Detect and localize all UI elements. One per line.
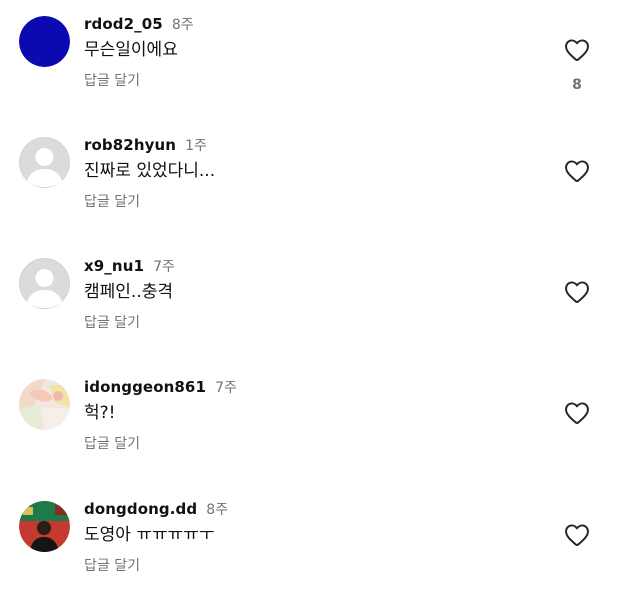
reply-button[interactable]: 답글 달기	[84, 193, 140, 211]
comment-text: 무슨일이에요	[84, 40, 178, 60]
comment-username[interactable]: x9_nu1	[84, 257, 144, 275]
reply-button[interactable]: 답글 달기	[84, 72, 140, 90]
avatar[interactable]	[19, 379, 70, 430]
comment-meta: x9_nu1 7주	[84, 256, 175, 276]
heart-outline-icon	[565, 524, 589, 547]
comment-time: 8주	[206, 502, 229, 518]
like-count: 8	[572, 77, 582, 93]
reply-button[interactable]: 답글 달기	[84, 314, 140, 332]
solid-blue-avatar	[19, 16, 70, 67]
comment-text: 진짜로 있었다니...	[84, 161, 216, 181]
heart-outline-icon	[565, 281, 589, 304]
comment-time: 8주	[171, 17, 194, 33]
reply-button[interactable]: 답글 달기	[84, 435, 140, 453]
like-button[interactable]	[563, 278, 591, 306]
comment-time: 7주	[215, 380, 237, 396]
avatar[interactable]	[19, 16, 70, 67]
comment-time: 1주	[185, 138, 207, 154]
comment-item: idonggeon861 7주 헉?! 답글 달기	[0, 363, 622, 463]
comment-item: rdod2_05 8주 무슨일이에요 답글 달기 8	[0, 0, 622, 100]
comment-time: 7주	[153, 259, 175, 275]
like-button[interactable]	[563, 36, 591, 64]
avatar[interactable]	[19, 258, 70, 309]
heart-outline-icon	[565, 160, 589, 183]
comment-text: 도영아 ㅠㅠㅠㅠㅜ	[84, 525, 215, 545]
comment-meta: dongdong.dd 8주	[84, 499, 228, 519]
comment-meta: rob82hyun 1주	[84, 135, 207, 155]
avatar[interactable]	[19, 501, 70, 552]
default-avatar-icon	[19, 137, 70, 188]
comment-item: rob82hyun 1주 진짜로 있었다니... 답글 달기	[0, 121, 622, 221]
avatar[interactable]	[19, 137, 70, 188]
heart-outline-icon	[565, 402, 589, 425]
comment-username[interactable]: rdod2_05	[84, 15, 163, 33]
heart-outline-icon	[565, 39, 589, 62]
like-button[interactable]	[563, 157, 591, 185]
comment-meta: idonggeon861 7주	[84, 377, 237, 397]
comment-username[interactable]: dongdong.dd	[84, 500, 197, 518]
like-button[interactable]	[563, 521, 591, 549]
comment-item: dongdong.dd 8주 도영아 ㅠㅠㅠㅠㅜ 답글 달기	[0, 485, 622, 585]
comment-list: rdod2_05 8주 무슨일이에요 답글 달기 8 rob82hyun 1주 …	[0, 0, 622, 593]
comment-meta: rdod2_05 8주	[84, 14, 194, 34]
comment-text: 헉?!	[84, 403, 116, 423]
comment-username[interactable]: rob82hyun	[84, 136, 176, 154]
comment-item: x9_nu1 7주 캠페인..충격 답글 달기	[0, 242, 622, 342]
like-button[interactable]	[563, 399, 591, 427]
default-avatar-icon	[19, 258, 70, 309]
comment-text: 캠페인..충격	[84, 282, 174, 302]
person-photo-avatar	[19, 501, 70, 552]
comment-username[interactable]: idonggeon861	[84, 378, 206, 396]
reply-button[interactable]: 답글 달기	[84, 557, 140, 575]
pastel-photo-avatar	[19, 379, 70, 430]
